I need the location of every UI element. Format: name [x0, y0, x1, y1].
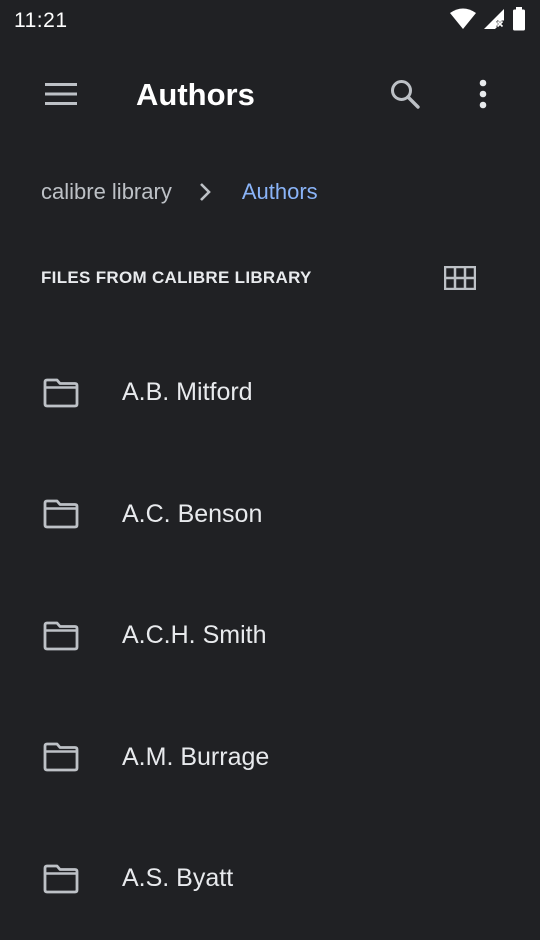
list-item[interactable]: A.C. Benson — [0, 454, 540, 576]
folder-icon — [43, 499, 79, 529]
status-bar: 11:21 — [0, 0, 540, 42]
list-item[interactable]: A.B. Mitford — [0, 332, 540, 454]
page-title: Authors — [136, 77, 255, 112]
section-header: FILES FROM CALIBRE LIBRARY — [41, 268, 312, 287]
hamburger-menu-icon — [44, 81, 78, 112]
search-icon — [389, 78, 421, 115]
status-time: 11:21 — [14, 9, 68, 32]
app-bar: Authors — [0, 42, 540, 150]
more-vert-icon — [478, 79, 488, 114]
breadcrumb: calibre library Authors — [41, 172, 318, 212]
folder-icon — [43, 864, 79, 894]
breadcrumb-root[interactable]: calibre library — [41, 179, 172, 205]
battery-icon — [512, 6, 526, 36]
list-item-label: A.B. Mitford — [122, 378, 253, 407]
grid-view-toggle-button[interactable] — [436, 256, 484, 304]
menu-button[interactable] — [37, 72, 85, 120]
list-item-label: A.C.H. Smith — [122, 621, 267, 650]
list-item[interactable]: A.M. Burrage — [0, 697, 540, 819]
folder-icon — [43, 378, 79, 408]
list-item[interactable]: A.S. Byatt — [0, 818, 540, 940]
file-list: A.B. Mitford A.C. Benson A.C.H. Smith A.… — [0, 332, 540, 940]
chevron-right-icon — [198, 181, 212, 203]
more-options-button[interactable] — [459, 72, 507, 120]
status-icons — [450, 6, 526, 36]
list-item-label: A.C. Benson — [122, 499, 263, 528]
grid-view-icon — [443, 265, 477, 295]
list-item-label: A.M. Burrage — [122, 742, 270, 771]
breadcrumb-current[interactable]: Authors — [242, 179, 318, 205]
search-button[interactable] — [381, 72, 429, 120]
folder-icon — [43, 742, 79, 772]
signal-icon — [482, 8, 506, 35]
folder-icon — [43, 621, 79, 651]
list-item-label: A.S. Byatt — [122, 864, 234, 893]
wifi-icon — [450, 8, 476, 35]
list-item[interactable]: A.C.H. Smith — [0, 575, 540, 697]
